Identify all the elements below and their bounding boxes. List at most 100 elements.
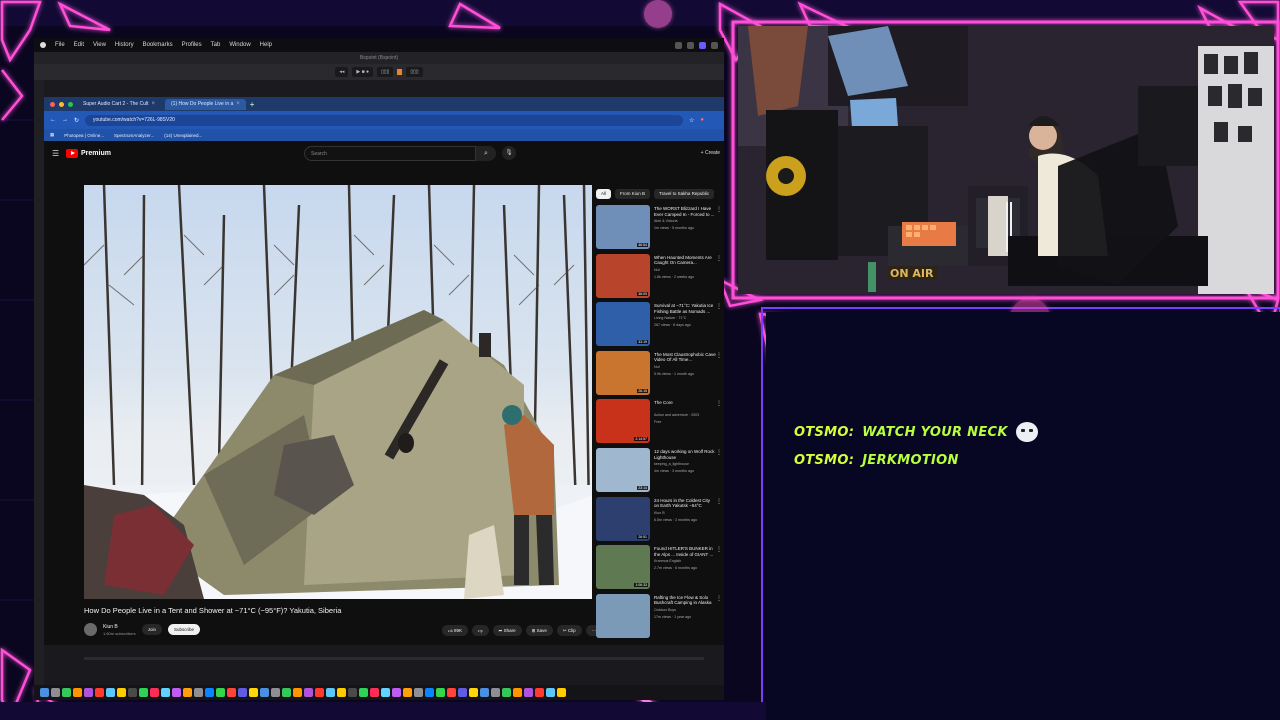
dock-app-icon[interactable] [392, 688, 401, 697]
video-thumbnail[interactable]: 26:15 [596, 350, 650, 395]
video-thumbnail[interactable]: 26:51 [596, 496, 650, 541]
recommendation-channel[interactable]: Living Nature · 71°C [654, 316, 686, 320]
dock-app-icon[interactable] [161, 688, 170, 697]
recommendation-channel[interactable]: Outdoor Boys [654, 608, 676, 612]
chip-from-kiun-b[interactable]: From Kiun B [615, 189, 651, 199]
menu-history[interactable]: History [115, 42, 134, 48]
recommendation-channel[interactable]: Nuf [654, 365, 660, 369]
recommendation-title[interactable]: Found HITLER'S BUNKER in the Alps ... In… [654, 546, 716, 557]
more-options-icon[interactable]: ⋮ [716, 546, 722, 553]
close-tab-icon[interactable]: × [236, 101, 240, 107]
menu-profiles[interactable]: Profiles [182, 42, 202, 48]
share-button[interactable]: ➦ Share [492, 625, 522, 636]
extension-icon[interactable]: ● [700, 117, 704, 123]
status-icon[interactable] [687, 41, 694, 49]
create-button[interactable]: + Create [701, 150, 720, 156]
recommendation-item[interactable]: 23:14 12 days working on Wolf Rock Lighth… [596, 447, 722, 496]
dock-app-icon[interactable] [205, 688, 214, 697]
hamburger-menu-icon[interactable]: ☰ [52, 149, 59, 158]
recommendation-item[interactable]: 26:15 The Most Claustrophobic Cave Video … [596, 350, 722, 399]
dock-app-icon[interactable] [315, 688, 324, 697]
close-window-icon[interactable] [50, 101, 55, 107]
dock-app-icon[interactable] [557, 688, 566, 697]
video-thumbnail[interactable]: 2:14:57 [596, 399, 650, 444]
dock-app-icon[interactable] [502, 688, 511, 697]
dock-app-icon[interactable] [458, 688, 467, 697]
recommendation-title[interactable]: The Core [654, 400, 716, 406]
more-options-icon[interactable]: ⋮ [716, 255, 722, 262]
reload-icon[interactable]: ↻ [74, 117, 79, 124]
channel-name[interactable]: Kiun B [103, 624, 136, 631]
apps-grid-icon[interactable]: ▦ [50, 132, 54, 138]
chip-all[interactable]: All [596, 189, 612, 199]
dock-app-icon[interactable] [436, 688, 445, 697]
recommendation-item[interactable]: Rafting the Ice Flow & Solo Bushcraft Ca… [596, 593, 722, 642]
dock-app-icon[interactable] [304, 688, 313, 697]
video-player[interactable] [84, 185, 592, 599]
dock-app-icon[interactable] [282, 688, 291, 697]
menu-edit[interactable]: Edit [74, 42, 84, 48]
recommendation-item[interactable]: 46:54 The WORST Blizzard I Have Ever Camp… [596, 204, 722, 253]
dock-app-icon[interactable] [106, 688, 115, 697]
bookmark-unexplained[interactable]: (14) Unexplained... [164, 133, 202, 138]
dock-app-icon[interactable] [326, 688, 335, 697]
maximize-window-icon[interactable] [68, 101, 73, 107]
dock-app-icon[interactable] [172, 688, 181, 697]
video-thumbnail[interactable]: 23:14 [596, 447, 650, 492]
apple-icon[interactable] [40, 42, 46, 48]
youtube-logo[interactable]: Premium [66, 149, 111, 158]
status-icon[interactable] [711, 41, 718, 49]
microphone-icon[interactable]: 🎙 [502, 146, 516, 160]
recommendation-item[interactable]: 26:51 24 Hours in the Coldest City on Ear… [596, 496, 722, 545]
dock-app-icon[interactable] [403, 688, 412, 697]
video-thumbnail[interactable]: 36:09 [596, 253, 650, 298]
bookmark-star-icon[interactable]: ☆ [689, 117, 694, 124]
save-button[interactable]: ⊞ Save [525, 625, 553, 636]
recommendation-title[interactable]: The Most Claustrophobic Cave Video Of Al… [654, 352, 716, 363]
dock-app-icon[interactable] [447, 688, 456, 697]
transport-rewind-icon[interactable]: ◂◂ [335, 67, 349, 77]
status-icon[interactable] [675, 41, 682, 49]
dock-app-icon[interactable] [293, 688, 302, 697]
search-icon[interactable]: ⌕ [476, 146, 496, 161]
recommendation-title[interactable]: 24 Hours in the Coldest City on Earth Ya… [654, 498, 716, 510]
browser-tab-youtube[interactable]: (1) How Do People Live in a × [165, 98, 246, 110]
recommendation-title[interactable]: Rafting the Ice Flow & Solo Bushcraft Ca… [654, 595, 716, 606]
bookmark-photopea[interactable]: Photopea | Online... [64, 133, 104, 138]
recommendation-title[interactable]: The WORST Blizzard I Have Ever Camped In… [654, 206, 716, 217]
dock-app-icon[interactable] [359, 688, 368, 697]
dock-app-icon[interactable] [271, 688, 280, 697]
join-button[interactable]: Join [141, 624, 162, 635]
like-button[interactable]: 👍︎ 89K [442, 625, 468, 636]
recommendation-channel[interactable]: Abel & Victoria [654, 219, 678, 223]
subscribe-button[interactable]: Subscribe [167, 624, 200, 635]
video-thumbnail[interactable]: 33:19 [596, 302, 650, 347]
dock-app-icon[interactable] [425, 688, 434, 697]
recommendation-channel[interactable]: Kranmus English [654, 559, 681, 563]
dock-app-icon[interactable] [194, 688, 203, 697]
bookmark-spectrum[interactable]: SpectrumAnalyzer... [114, 133, 154, 138]
dock-app-icon[interactable] [370, 688, 379, 697]
recommendation-item[interactable]: 2:14:57 The Core Action and adventure · 20… [596, 398, 722, 447]
transport-play-icon[interactable]: ▶ ■ ● [352, 67, 374, 77]
dock-app-icon[interactable] [249, 688, 258, 697]
dock-app-icon[interactable] [183, 688, 192, 697]
dock-app-icon[interactable] [348, 688, 357, 697]
dock-app-icon[interactable] [84, 688, 93, 697]
menu-view[interactable]: View [93, 42, 106, 48]
search-input[interactable]: Search [304, 146, 476, 161]
status-icon[interactable] [699, 41, 706, 49]
video-thumbnail[interactable]: 1:06:33 [596, 545, 650, 590]
menu-bookmarks[interactable]: Bookmarks [143, 42, 173, 48]
recommendation-title[interactable]: 12 days working on Wolf Rock Lighthouse [654, 449, 716, 460]
browser-tab-audio-cart[interactable]: Super Audio Cart 2 - The Cult × [77, 99, 161, 110]
dock-app-icon[interactable] [128, 688, 137, 697]
minimize-window-icon[interactable] [59, 101, 64, 107]
recommendation-item[interactable]: 1:06:33 Found HITLER'S BUNKER in the Alps… [596, 544, 722, 593]
more-options-icon[interactable]: ⋮ [716, 303, 722, 310]
dock-app-icon[interactable] [535, 688, 544, 697]
tempo-marker-icon[interactable] [397, 69, 403, 75]
menu-file[interactable]: File [55, 42, 65, 48]
menu-window[interactable]: Window [229, 42, 250, 48]
recommendation-channel[interactable]: Nuf [654, 268, 660, 272]
